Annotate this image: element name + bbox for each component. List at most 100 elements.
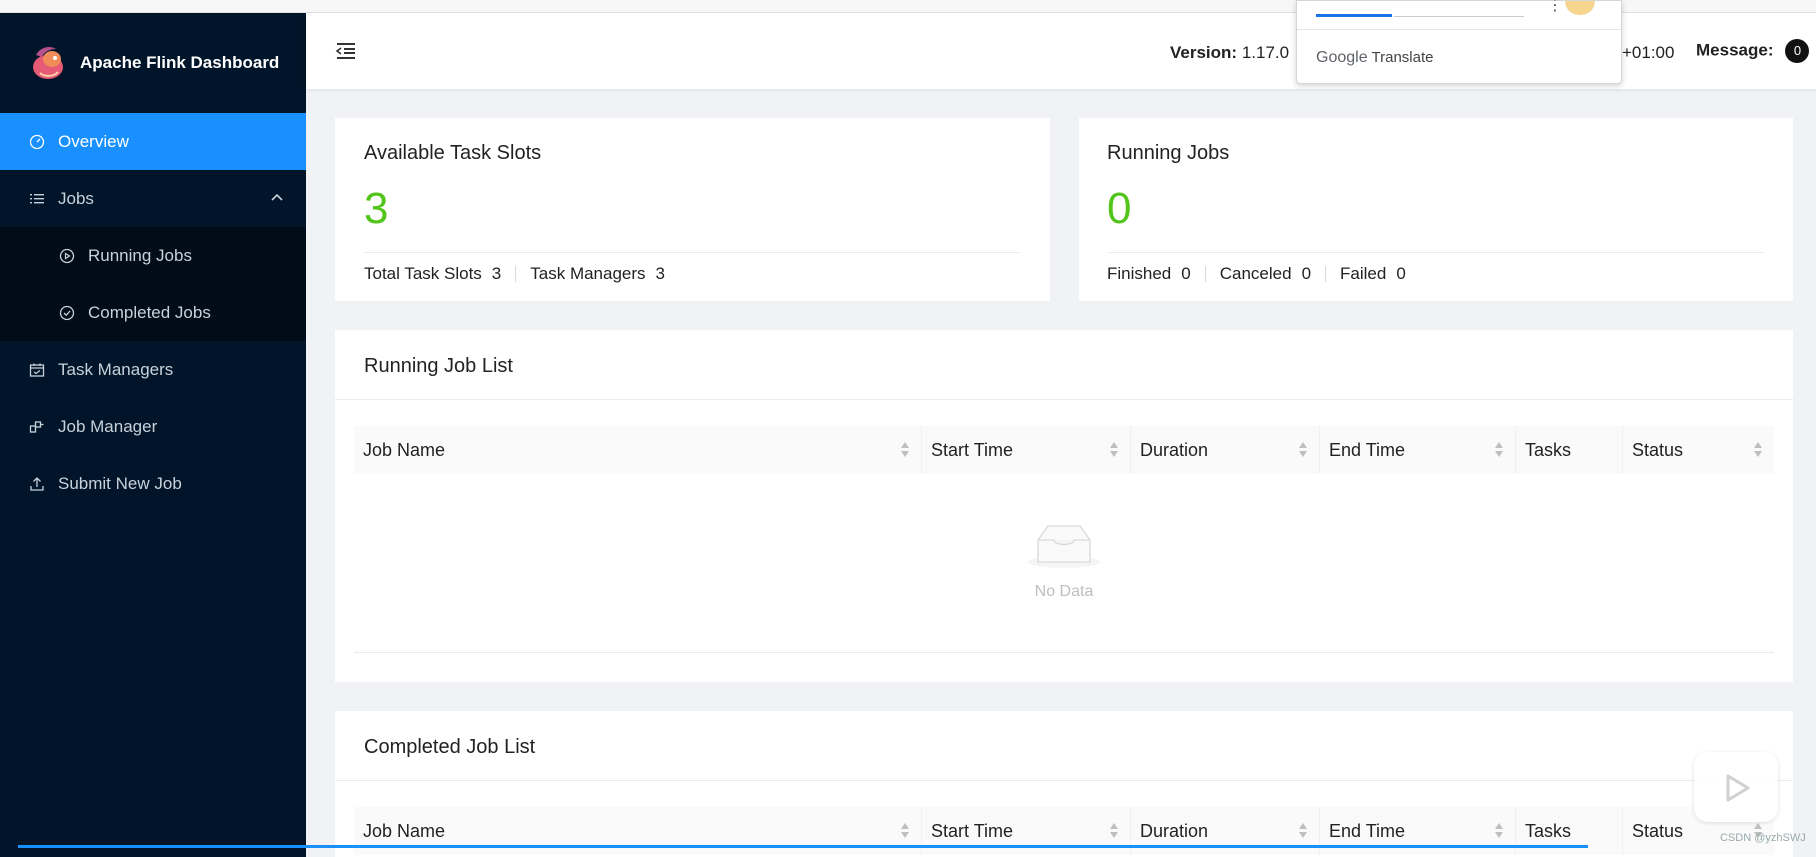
timezone-fragment: +01:00 bbox=[1622, 43, 1675, 62]
sidebar-item-label: Job Manager bbox=[58, 416, 158, 436]
sidebar-item-jobs[interactable]: Jobs bbox=[0, 170, 306, 227]
sidebar-item-label: Task Managers bbox=[58, 359, 174, 379]
menu-fold-icon[interactable] bbox=[334, 39, 358, 63]
empty-inbox-icon bbox=[1028, 525, 1100, 568]
section-title: Completed Job List bbox=[364, 736, 536, 758]
watermark: CSDN @yzhSWJ bbox=[1720, 832, 1806, 844]
chevron-up-icon bbox=[271, 193, 283, 201]
stat-value: 3 bbox=[491, 264, 502, 283]
column-header-duration[interactable]: Duration bbox=[1131, 426, 1320, 474]
card-divider bbox=[1107, 252, 1764, 253]
column-label: Tasks bbox=[1525, 820, 1572, 841]
translate-tab-source[interactable] bbox=[1316, 1, 1392, 17]
translate-divider bbox=[1297, 29, 1621, 30]
stat-label: Canceled bbox=[1219, 264, 1292, 283]
column-label: Tasks bbox=[1525, 439, 1572, 460]
sidebar-item-submit-new-job[interactable]: Submit New Job bbox=[0, 455, 306, 512]
stat-separator bbox=[1204, 266, 1206, 282]
column-header-status[interactable]: Status bbox=[1623, 426, 1774, 474]
table-bottom-border bbox=[354, 652, 1774, 653]
completed-job-list-card: Completed Job List Job Name Start Time D… bbox=[335, 711, 1793, 857]
available-slots-value: 3 bbox=[364, 184, 389, 233]
translate-wordmark: Translate bbox=[1371, 49, 1434, 66]
section-divider bbox=[335, 399, 1793, 400]
brand[interactable]: Apache Flink Dashboard bbox=[0, 13, 306, 113]
sidebar: Apache Flink Dashboard Overview Jobs Run… bbox=[0, 13, 306, 857]
column-label: Status bbox=[1632, 820, 1684, 841]
sidebar-item-task-managers[interactable]: Task Managers bbox=[0, 341, 306, 398]
sort-icon[interactable] bbox=[1754, 442, 1762, 458]
card-divider bbox=[364, 252, 1021, 253]
mouse-cursor-highlight bbox=[1565, 1, 1595, 15]
sidebar-item-running-jobs[interactable]: Running Jobs bbox=[0, 227, 306, 284]
stat-separator bbox=[1325, 266, 1327, 282]
column-label: Duration bbox=[1140, 439, 1209, 460]
column-label: End Time bbox=[1329, 820, 1406, 841]
sidebar-item-label: Running Jobs bbox=[88, 245, 192, 265]
dashboard-icon bbox=[28, 133, 46, 151]
version-value: 1.17.0 bbox=[1241, 43, 1290, 62]
jobs-submenu: Running Jobs Completed Jobs bbox=[0, 227, 306, 341]
column-label: Start Time bbox=[931, 820, 1014, 841]
play-icon bbox=[1726, 774, 1750, 802]
flink-logo-icon bbox=[33, 47, 63, 79]
sort-icon[interactable] bbox=[1495, 442, 1503, 458]
sort-icon[interactable] bbox=[1110, 823, 1118, 839]
upload-icon bbox=[28, 475, 46, 493]
message-label: Message: bbox=[1696, 40, 1774, 60]
column-label: Status bbox=[1632, 439, 1684, 460]
task-slots-card: Available Task Slots 3 Total Task Slots … bbox=[335, 118, 1050, 301]
empty-state: No Data bbox=[335, 520, 1793, 601]
stat-value: 0 bbox=[1396, 264, 1406, 283]
card-title: Available Task Slots bbox=[364, 142, 542, 164]
version-info: Version: 1.17.0 bbox=[1170, 43, 1289, 63]
sidebar-item-label: Completed Jobs bbox=[88, 302, 211, 322]
sidebar-item-completed-jobs[interactable]: Completed Jobs bbox=[0, 284, 306, 341]
slots-stats: Total Task Slots 3 Task Managers 3 bbox=[364, 264, 665, 284]
translate-tab-target[interactable] bbox=[1394, 1, 1524, 17]
sort-icon[interactable] bbox=[901, 823, 909, 839]
google-wordmark: Google bbox=[1316, 49, 1368, 66]
column-label: Start Time bbox=[931, 439, 1014, 460]
section-divider bbox=[335, 780, 1793, 781]
version-label: Version: bbox=[1170, 43, 1238, 62]
sidebar-item-job-manager[interactable]: Job Manager bbox=[0, 398, 306, 455]
column-header-start-time[interactable]: Start Time bbox=[922, 426, 1131, 474]
play-circle-icon bbox=[58, 247, 76, 265]
section-title: Running Job List bbox=[364, 355, 513, 377]
stat-value: 0 bbox=[1301, 264, 1312, 283]
sort-icon[interactable] bbox=[1299, 442, 1307, 458]
video-progress-bar[interactable] bbox=[18, 845, 1588, 848]
sort-icon[interactable] bbox=[1299, 823, 1307, 839]
sort-icon[interactable] bbox=[901, 442, 909, 458]
column-header-job-name[interactable]: Job Name bbox=[354, 426, 922, 474]
sidebar-item-label: Submit New Job bbox=[58, 473, 182, 493]
card-title: Running Jobs bbox=[1107, 142, 1230, 164]
app-title: Apache Flink Dashboard bbox=[80, 53, 280, 72]
sort-icon[interactable] bbox=[1110, 442, 1118, 458]
running-jobs-value: 0 bbox=[1107, 184, 1132, 233]
message-info[interactable]: Message: 0 bbox=[1696, 39, 1810, 63]
stat-label: Task Managers bbox=[530, 264, 646, 283]
stat-value: 3 bbox=[655, 264, 666, 283]
running-jobs-card: Running Jobs 0 Finished 0 Canceled 0 Fai… bbox=[1079, 118, 1793, 301]
sidebar-item-label: Jobs bbox=[58, 188, 94, 208]
running-job-list-card: Running Job List Job Name Start Time Dur… bbox=[335, 330, 1793, 682]
list-icon bbox=[28, 190, 46, 208]
more-options-icon[interactable]: ⋮ bbox=[1547, 0, 1563, 15]
video-play-button[interactable] bbox=[1694, 752, 1778, 822]
column-label: Duration bbox=[1140, 820, 1209, 841]
sidebar-item-label: Overview bbox=[58, 131, 129, 151]
column-header-tasks: Tasks bbox=[1516, 426, 1623, 474]
stat-value: 0 bbox=[1181, 264, 1191, 283]
stat-separator bbox=[515, 266, 517, 282]
sort-icon[interactable] bbox=[1495, 823, 1503, 839]
column-header-end-time[interactable]: End Time bbox=[1320, 426, 1516, 474]
google-translate-brand: Google Translate bbox=[1316, 49, 1433, 67]
google-translate-popup: ⋮ Google Translate bbox=[1296, 0, 1622, 84]
no-data-label: No Data bbox=[1034, 583, 1094, 600]
sidebar-item-overview[interactable]: Overview bbox=[0, 113, 306, 170]
column-label: Job Name bbox=[363, 439, 446, 460]
stat-label: Failed bbox=[1340, 264, 1387, 283]
cluster-icon bbox=[28, 418, 46, 436]
